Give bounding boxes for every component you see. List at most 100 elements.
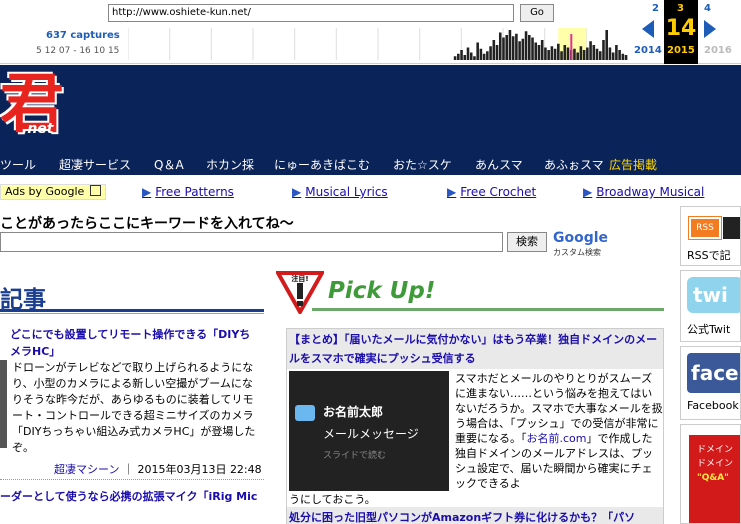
- nav-item-services[interactable]: 超凄サービス: [59, 156, 131, 173]
- sparkline-bar: [586, 47, 589, 60]
- sparkline-bar: [611, 52, 615, 60]
- promo-line: "Q&A": [697, 473, 729, 483]
- sparkline-bar: [618, 50, 621, 60]
- sparkline-bar: [515, 33, 518, 60]
- triangle-icon: ▶: [292, 185, 302, 199]
- wayback-sparkline[interactable]: [128, 28, 628, 60]
- wayback-url-input[interactable]: http://www.oshiete-kun.net/: [108, 4, 514, 22]
- ad-link-free-patterns[interactable]: ▶ Free Patterns: [142, 185, 234, 199]
- facebook-box[interactable]: face Facebook: [680, 346, 741, 420]
- article-thumbnail[interactable]: [0, 360, 7, 448]
- sparkline-bar: [489, 46, 492, 60]
- promo-line: ドメイン: [697, 459, 734, 469]
- search-prompt: ことがあったらここにキーワードを入れてね～: [0, 216, 294, 232]
- pickup-image[interactable]: お名前太郎 メールメッセージ スライドで読む: [289, 371, 449, 491]
- pickup-next-headline-link[interactable]: 処分に困った旧型パソコンがAmazonギフト券に化けるかも？「パソ: [287, 507, 663, 524]
- rss-box[interactable]: RSS RSSで記: [680, 206, 741, 266]
- sparkline-bar: [492, 40, 496, 60]
- sparkline-bar: [566, 47, 570, 60]
- twitter-box[interactable]: twi 公式Twit: [680, 270, 741, 342]
- sparkline-bar: [621, 53, 625, 60]
- wayback-go-button[interactable]: Go: [520, 4, 554, 22]
- sparkline-bar: [540, 40, 544, 60]
- sparkline-bar: [595, 48, 599, 60]
- article-category-link[interactable]: 超凄マシーン: [54, 463, 119, 476]
- sparkline-bar: [518, 41, 521, 60]
- section-divider-thin: [0, 313, 264, 314]
- image-slide-text: スライドで読む: [323, 451, 387, 461]
- wayback-captures-link[interactable]: 637 captures: [46, 30, 120, 41]
- sparkline-bar: [505, 35, 508, 60]
- nav-item-hokan[interactable]: ホカン採: [206, 156, 254, 173]
- pickup-card: 【まとめ】「届いたメールに気付かない」はもう卒業！独自ドメインのメールをスマホで…: [286, 328, 664, 524]
- google-logo: Google: [553, 230, 608, 246]
- sparkline-bar: [511, 36, 515, 60]
- wayback-current-date: 3 14 2015: [664, 0, 698, 64]
- sparkline-current-marker: [570, 34, 573, 60]
- ad-link-broadway-musical[interactable]: ▶ Broadway Musical: [583, 185, 704, 199]
- ad-link-musical-lyrics[interactable]: ▶ Musical Lyrics: [292, 185, 388, 199]
- wayback-prev-year[interactable]: 2014: [634, 45, 662, 56]
- sparkline-bar: [582, 50, 586, 60]
- sparkline-bar: [605, 30, 608, 60]
- search-button[interactable]: 検索: [507, 232, 547, 252]
- wayback-prev-arrow-icon[interactable]: [642, 20, 654, 38]
- nav-item-afosuma[interactable]: あふぉスマ: [544, 156, 604, 173]
- nav-item-qa[interactable]: Q＆A: [154, 156, 184, 173]
- sparkline-bar: [534, 42, 538, 60]
- sparkline-bar: [576, 52, 579, 60]
- sparkline-bar: [547, 50, 550, 60]
- sparkline-bar: [589, 41, 592, 60]
- triangle-icon: ▶: [583, 185, 593, 199]
- promo-box[interactable]: ドメイン ドメイン "Q&A": [680, 424, 741, 524]
- sparkline-bar: [521, 38, 525, 60]
- ad-link-free-crochet[interactable]: ▶ Free Crochet: [447, 185, 536, 199]
- google-custom-search-label: カスタム検索: [553, 248, 601, 257]
- wayback-current-year: 2015: [667, 45, 695, 56]
- ads-label: Ads by Google: [5, 185, 85, 198]
- ads-by-google-badge[interactable]: Ads by Google: [0, 184, 107, 200]
- wayback-toolbar: http://www.oshiete-kun.net/ Go 637 captu…: [0, 0, 741, 64]
- article-excerpt: ドローンがテレビなどで取り上げられるようになり、小型のカメラによる新しい空撮がブ…: [12, 361, 256, 454]
- sparkline-bar: [524, 31, 528, 60]
- wayback-date-range: 5 12 07 - 16 10 15: [36, 46, 120, 56]
- search-input[interactable]: [0, 232, 503, 252]
- article-title-link[interactable]: どこにでも設置してリモート操作できる「DIYちメラHC」: [10, 326, 260, 360]
- sparkline-bar: [573, 48, 576, 60]
- facebook-label: Facebook: [687, 399, 739, 412]
- sparkline-bar: [557, 43, 560, 60]
- sparkline-bar: [457, 53, 460, 60]
- sparkline-bar: [479, 48, 483, 60]
- page: http://www.oshiete-kun.net/ Go 637 captu…: [0, 0, 741, 524]
- nav-item-tools[interactable]: ツール: [0, 156, 36, 173]
- pickup-excerpt: スマホだとメールのやりとりがスムーズに進まない……という悩みを抱えてはいないだろ…: [455, 371, 663, 491]
- sparkline-bar: [608, 47, 612, 60]
- sparkline-bar: [466, 47, 470, 60]
- wayback-next-month[interactable]: 4: [704, 3, 711, 14]
- pickup-headline-link[interactable]: 【まとめ】「届いたメールに気付かない」はもう卒業！独自ドメインのメールをスマホで…: [287, 329, 663, 369]
- sparkline-bar: [482, 53, 486, 60]
- main-nav: ツール 超凄サービス Q＆A ホカン採 にゅーあきばこむ おた☆スケ あんスマ …: [0, 153, 741, 175]
- rss-secondary-icon: [723, 217, 740, 239]
- sparkline-bar: [495, 45, 499, 60]
- twitter-label: 公式Twit: [687, 323, 731, 336]
- onamae-link[interactable]: お名前.com: [527, 432, 587, 445]
- sparkline-bar: [550, 46, 554, 60]
- article2-title-link[interactable]: ーダーとして使うなら必携の拡張マイク「iRig Mic: [0, 488, 257, 504]
- sparkline-bar: [476, 42, 479, 60]
- nav-item-akiba[interactable]: にゅーあきばこむ: [274, 156, 370, 173]
- nav-item-otasuke[interactable]: おた☆スケ: [393, 156, 452, 173]
- wayback-prev-month[interactable]: 2: [652, 3, 659, 14]
- nav-item-ads[interactable]: 広告掲載: [609, 156, 657, 173]
- wayback-next-arrow-icon[interactable]: [704, 20, 716, 38]
- twitter-logo-icon: twi: [687, 277, 740, 313]
- sparkline-bar: [460, 50, 463, 60]
- site-logo[interactable]: 君 .net: [0, 65, 88, 153]
- sparkline-bar: [537, 45, 541, 60]
- sparkline-bar: [473, 56, 476, 60]
- nav-item-ansuma[interactable]: あんスマ: [475, 156, 523, 173]
- rss-label: RSSで記: [687, 249, 731, 262]
- wayback-calendar-nav: 2 2014 3 14 2015 4 2016: [634, 0, 741, 64]
- promo-banner: ドメイン ドメイン "Q&A": [689, 435, 740, 523]
- pickup-excerpt-tail: うにしておこう。: [289, 493, 376, 506]
